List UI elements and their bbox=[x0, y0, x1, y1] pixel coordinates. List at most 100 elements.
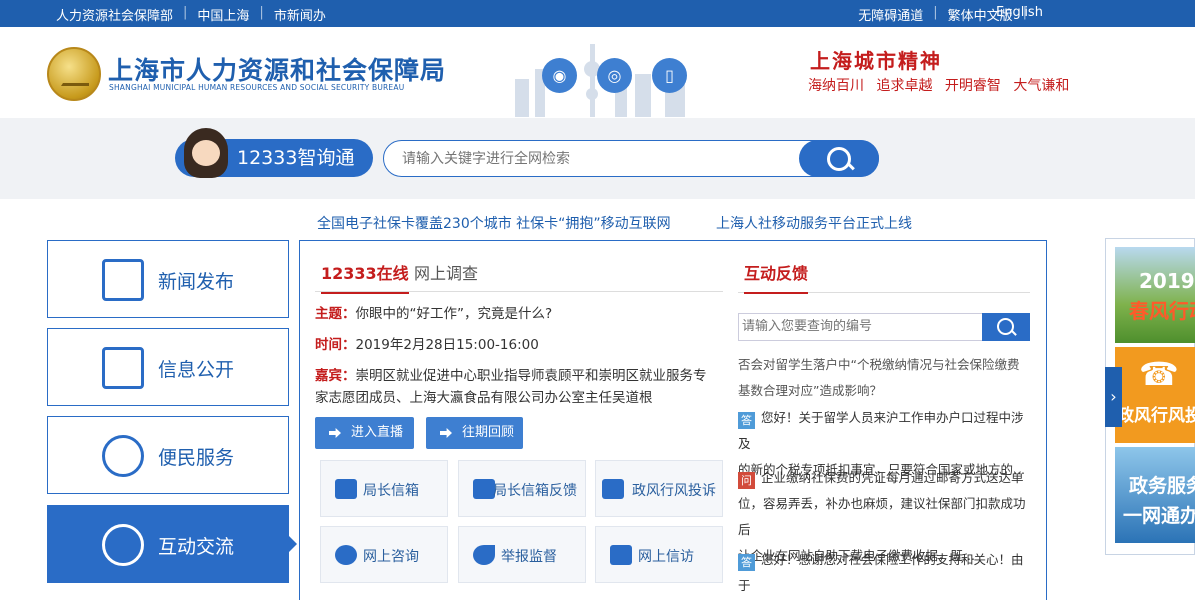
event-topic: 主题：你眼中的“好工作”，究竟是什么? bbox=[315, 303, 552, 325]
complaint-banner[interactable]: ☎ 政风行风投诉 bbox=[1115, 347, 1195, 443]
banner-text: 政风行风投诉 bbox=[1117, 406, 1195, 426]
person-megaphone-icon bbox=[602, 479, 624, 499]
online-consult-button[interactable]: 网上咨询 bbox=[320, 526, 448, 583]
spirit-word: 海纳百川 bbox=[808, 78, 864, 94]
banner-text: 春风行动 bbox=[1129, 299, 1195, 323]
newspaper-icon bbox=[102, 259, 144, 301]
top-bar: 人力资源社会保障部 | 中国上海 | 市新闻办 无障碍通道 | 繁体中文版 | … bbox=[0, 0, 1195, 27]
search-button[interactable] bbox=[799, 140, 879, 177]
feedback-number-input[interactable] bbox=[742, 319, 972, 334]
spirit-word: 大气谦和 bbox=[1013, 78, 1070, 94]
link-china-shanghai[interactable]: 中国上海 bbox=[197, 5, 249, 24]
time-value: 2019年2月28日15:00-16:00 bbox=[355, 337, 539, 353]
bureau-logo[interactable] bbox=[47, 47, 101, 101]
guest-value: 崇明区就业促进中心职业指导师袁顾平和崇明区就业服务专 bbox=[355, 368, 707, 384]
tab-12333-online[interactable]: 12333在线 bbox=[321, 260, 409, 294]
site-title[interactable]: 上海市人力资源和社会保障局 bbox=[108, 51, 446, 87]
envelope-icon bbox=[335, 479, 357, 499]
top-links: 人力资源社会保障部 | 中国上海 | 市新闻办 bbox=[56, 5, 326, 24]
nav-news-release[interactable]: 新闻发布 bbox=[47, 240, 289, 318]
feedback-text: 企业缴纳社保费的凭证每月通过邮寄方式送达单 bbox=[761, 470, 1024, 485]
mobile-icon[interactable]: ▯ bbox=[652, 58, 687, 93]
event-guests: 嘉宾：崇明区就业促进中心职业指导师袁顾平和崇明区就业服务专 家志愿团成员、上海大… bbox=[315, 365, 727, 409]
service-label: 网上信访 bbox=[638, 549, 694, 565]
banner-text: 政务服务 bbox=[1129, 475, 1195, 497]
spirit-word: 追求卓越 bbox=[876, 78, 933, 94]
phone-icon bbox=[473, 545, 495, 565]
separator: | bbox=[259, 5, 264, 20]
guest-value-2: 家志愿团成员、上海大瀛食品有限公司办公室主任吴道根 bbox=[315, 390, 653, 406]
banner-text: 2019年 bbox=[1139, 269, 1195, 293]
separator: | bbox=[933, 5, 938, 20]
news-link[interactable]: 上海人社移动服务平台正式上线 bbox=[716, 213, 912, 233]
link-english[interactable]: English bbox=[996, 5, 1043, 20]
conduct-complaint-button[interactable]: 政风行风投诉 bbox=[595, 460, 723, 517]
feedback-item[interactable]: 答您好！感谢您对社会保险工作的支持和关心！由于 bbox=[738, 547, 1030, 599]
weibo-icon[interactable]: ◉ bbox=[542, 58, 577, 93]
nav-label: 新闻发布 bbox=[158, 271, 235, 293]
feedback-header: 互动反馈 bbox=[738, 256, 1030, 294]
chat-icon bbox=[335, 545, 357, 565]
search-input[interactable] bbox=[402, 149, 782, 169]
answer-badge: 答 bbox=[738, 554, 755, 571]
search-band: 12333智询通 bbox=[0, 118, 1195, 199]
service-label: 政风行风投诉 bbox=[632, 483, 716, 499]
spirit-word: 开明睿智 bbox=[944, 78, 1001, 94]
spring-action-banner[interactable]: 2019年 春风行动 bbox=[1115, 247, 1195, 343]
director-mailbox-button[interactable]: 局长信箱 bbox=[320, 460, 448, 517]
past-review-button[interactable]: 往期回顾 bbox=[426, 417, 523, 449]
nav-label: 便民服务 bbox=[158, 447, 235, 469]
feedback-search bbox=[738, 313, 1030, 341]
link-mohrss[interactable]: 人力资源社会保障部 bbox=[56, 5, 173, 24]
chat-bubble-icon bbox=[102, 524, 144, 566]
feedback-text: 基数合理对应”造成影响？ bbox=[738, 383, 882, 398]
chevron-right-icon[interactable]: › bbox=[1105, 367, 1122, 427]
nav-info-disclosure[interactable]: 信息公开 bbox=[47, 328, 289, 406]
answer-badge: 答 bbox=[738, 412, 755, 429]
city-spirit-title: 上海城市精神 bbox=[810, 49, 942, 73]
service-label: 局长信箱反馈 bbox=[493, 483, 577, 499]
topic-value[interactable]: 你眼中的“好工作”，究竟是什么? bbox=[356, 306, 553, 322]
wechat-icon[interactable]: ◎ bbox=[597, 58, 632, 93]
site-title-en: SHANGHAI MUNICIPAL HUMAN RESOURCES AND S… bbox=[109, 83, 405, 92]
site-search bbox=[383, 140, 879, 177]
monitor-icon bbox=[610, 545, 632, 565]
telephone-icon: ☎ bbox=[1139, 355, 1179, 393]
tab-bar: 12333在线 网上调查 bbox=[315, 256, 723, 294]
feedback-text: 您好！感谢您对社会保险工作的支持和关心！由于 bbox=[738, 552, 1024, 593]
guest-label: 嘉宾： bbox=[315, 368, 356, 384]
link-accessibility[interactable]: 无障碍通道 bbox=[858, 5, 923, 24]
feedback-search-button[interactable] bbox=[982, 313, 1030, 341]
people-icon bbox=[102, 435, 144, 477]
feedback-text: 位，容易弄丢，补办也麻烦，建议社保部门扣款成功后 bbox=[738, 496, 1026, 537]
mailbox-feedback-button[interactable]: 局长信箱反馈 bbox=[458, 460, 586, 517]
service-label: 举报监督 bbox=[501, 549, 557, 565]
service-label: 网上咨询 bbox=[363, 549, 419, 565]
tab-online-survey[interactable]: 网上调查 bbox=[414, 260, 478, 284]
enter-live-button[interactable]: 进入直播 bbox=[315, 417, 414, 449]
online-petition-button[interactable]: 网上信访 bbox=[595, 526, 723, 583]
city-spirit-words: 海纳百川 追求卓越 开明睿智 大气谦和 bbox=[808, 75, 1077, 95]
mascot-avatar bbox=[184, 128, 228, 178]
nav-interaction[interactable]: 互动交流 bbox=[47, 505, 297, 583]
gov-services-banner[interactable]: 政务服务 一网通办 bbox=[1115, 447, 1195, 543]
feedback-text: 您好！关于留学人员来沪工作申办户口过程中涉及 bbox=[738, 410, 1024, 451]
report-supervision-button[interactable]: 举报监督 bbox=[458, 526, 586, 583]
link-news-office[interactable]: 市新闻办 bbox=[274, 5, 326, 24]
header: 上海市人力资源和社会保障局 SHANGHAI MUNICIPAL HUMAN R… bbox=[0, 27, 1195, 118]
news-link[interactable]: 全国电子社保卡覆盖230个城市 社保卡“拥抱”移动互联网 bbox=[317, 213, 671, 233]
separator: | bbox=[183, 5, 188, 20]
topic-label: 主题： bbox=[315, 306, 356, 322]
banner-text: 一网通办 bbox=[1123, 505, 1195, 527]
edit-icon bbox=[473, 479, 495, 499]
service-label: 局长信箱 bbox=[363, 483, 419, 499]
question-badge: 问 bbox=[738, 472, 755, 489]
time-label: 时间： bbox=[315, 337, 356, 353]
event-time: 时间：2019年2月28日15:00-16:00 bbox=[315, 334, 539, 356]
nav-label: 信息公开 bbox=[158, 359, 235, 381]
nav-public-services[interactable]: 便民服务 bbox=[47, 416, 289, 494]
feedback-title[interactable]: 互动反馈 bbox=[744, 260, 809, 294]
feedback-item[interactable]: 否会对留学生落户中“个税缴纳情况与社会保险缴费 基数合理对应”造成影响？ bbox=[738, 352, 1030, 404]
feedback-text: 否会对留学生落户中“个税缴纳情况与社会保险缴费 bbox=[738, 357, 1020, 372]
nav-label: 互动交流 bbox=[158, 536, 235, 558]
